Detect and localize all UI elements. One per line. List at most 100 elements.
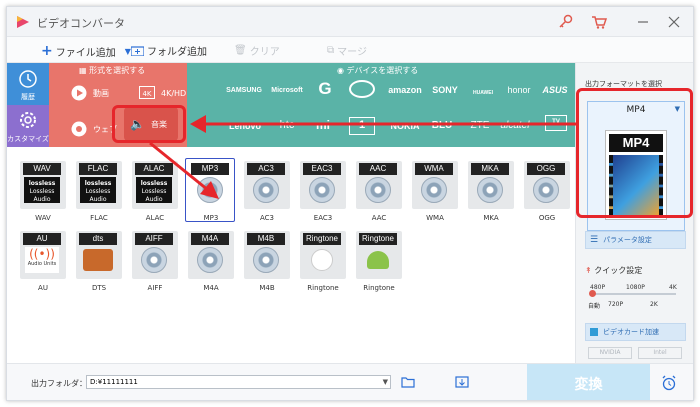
sliders-icon: ☰ bbox=[590, 235, 599, 245]
close-icon[interactable] bbox=[665, 13, 683, 31]
lossless-badge-text: lossless bbox=[84, 180, 112, 187]
format-label: EAC3 bbox=[313, 214, 333, 222]
quick-settings-label: クイック設定 bbox=[594, 266, 643, 275]
format-tile[interactable]: Ringtone Ringtone bbox=[299, 231, 347, 292]
audio-disc-icon bbox=[253, 177, 279, 203]
history-button[interactable]: 履歴 bbox=[7, 63, 49, 105]
format-tile[interactable]: WMA WMA bbox=[411, 161, 459, 222]
video-category-button[interactable]: 動画 bbox=[71, 77, 109, 109]
folder-icon[interactable] bbox=[401, 376, 415, 388]
zte-brand[interactable]: ZTE bbox=[465, 120, 495, 131]
lossless-badge-text: lossless bbox=[140, 180, 168, 187]
minimize-icon[interactable] bbox=[634, 13, 652, 31]
format-header-label: 形式を選択する bbox=[89, 66, 146, 75]
htc-brand[interactable]: htc bbox=[269, 119, 305, 131]
lossless-badge-sub: Lossless Audio bbox=[29, 188, 55, 203]
format-tag: Ringtone bbox=[303, 233, 341, 245]
gpu-acceleration-button[interactable]: ビデオカード加速 bbox=[585, 323, 686, 341]
trash-icon: 🗑 bbox=[234, 45, 247, 56]
format-tile[interactable]: WAV lossless Lossless Audio WAV bbox=[19, 161, 67, 222]
output-path-value: D:¥11111111 bbox=[90, 378, 138, 386]
audio-disc-icon bbox=[197, 177, 223, 203]
format-tile[interactable]: M4B M4B bbox=[243, 231, 291, 292]
hd-category-label: 4K/HD bbox=[161, 88, 187, 98]
convert-button[interactable]: 変換 bbox=[527, 364, 650, 400]
quality-slider[interactable] bbox=[592, 293, 676, 295]
add-folder-label: フォルダ追加 bbox=[147, 47, 207, 58]
gpu-acceleration-label: ビデオカード加速 bbox=[603, 328, 659, 336]
format-tile[interactable]: AU ((•)) Audio Units AU bbox=[19, 231, 67, 292]
slider-handle[interactable] bbox=[589, 290, 596, 297]
tick-auto: 自動 bbox=[588, 303, 601, 310]
device-header-label: デバイスを選択する bbox=[346, 66, 419, 75]
format-tag: WMA bbox=[415, 163, 453, 175]
format-tile[interactable]: AAC AAC bbox=[355, 161, 403, 222]
output-folder-field[interactable]: D:¥11111111 ▼ bbox=[86, 375, 391, 389]
format-label: ALAC bbox=[145, 214, 165, 222]
format-tile[interactable]: ALAC lossless Lossless Audio ALAC bbox=[131, 161, 179, 222]
format-tile[interactable]: AC3 AC3 bbox=[243, 161, 291, 222]
format-label: AAC bbox=[371, 214, 387, 222]
chrome-icon bbox=[71, 121, 87, 137]
dropdown-icon[interactable]: ▼ bbox=[125, 47, 131, 56]
title-bar: ビデオコンバータ bbox=[7, 7, 693, 37]
convert-label: 変換 bbox=[574, 376, 603, 393]
xiaomi-brand[interactable]: mi bbox=[311, 118, 335, 132]
format-tag: AAC bbox=[359, 163, 397, 175]
google-brand[interactable]: G bbox=[309, 79, 341, 99]
oneplus-brand[interactable]: 1 bbox=[349, 117, 375, 135]
format-tile[interactable]: OGG OGG bbox=[523, 161, 571, 222]
microsoft-brand[interactable]: Microsoft bbox=[265, 87, 309, 94]
samsung-brand[interactable]: SAMSUNG bbox=[221, 87, 267, 94]
audio-disc-icon bbox=[365, 177, 391, 203]
format-tile[interactable]: Ringtone Ringtone bbox=[355, 231, 403, 292]
format-tile[interactable]: MKA MKA bbox=[467, 161, 515, 222]
audio-disc-icon bbox=[533, 177, 559, 203]
sony-brand[interactable]: SONY bbox=[425, 85, 465, 95]
huawei-brand[interactable]: HUAWEI bbox=[465, 90, 501, 96]
alarm-clock-icon[interactable] bbox=[661, 375, 677, 391]
format-tile[interactable]: EAC3 EAC3 bbox=[299, 161, 347, 222]
add-file-button[interactable]: + ファイル追加 ▼ bbox=[41, 43, 131, 59]
tv-brand[interactable]: TV bbox=[545, 115, 567, 131]
format-tile[interactable]: AIFF AIFF bbox=[131, 231, 179, 292]
key-icon[interactable] bbox=[557, 13, 575, 31]
asus-brand[interactable]: ASUS bbox=[537, 85, 573, 95]
nokia-brand[interactable]: NOKIA bbox=[385, 121, 425, 131]
lenovo-brand[interactable]: Lenovo bbox=[225, 121, 265, 131]
blu-brand[interactable]: BLU bbox=[427, 120, 457, 131]
path-dropdown-icon[interactable]: ▼ bbox=[383, 376, 388, 388]
format-tile[interactable]: MP3 MP3 bbox=[185, 158, 235, 222]
clear-button[interactable]: 🗑 クリア bbox=[234, 43, 280, 58]
parameter-settings-button[interactable]: ☰ パラメータ設定 bbox=[585, 231, 686, 249]
merge-button[interactable]: ⧉ マージ bbox=[327, 43, 367, 58]
format-tile[interactable]: dts DTS bbox=[75, 231, 123, 292]
format-tag: EAC3 bbox=[303, 163, 341, 175]
format-label: DTS bbox=[91, 284, 107, 292]
lossless-badge-icon: lossless Lossless Audio bbox=[136, 177, 172, 203]
honor-brand[interactable]: honor bbox=[501, 85, 537, 95]
quick-settings: ↟ クイック設定 bbox=[585, 265, 642, 276]
format-tile[interactable]: FLAC lossless Lossless Audio FLAC bbox=[75, 161, 123, 222]
au-badge-sub: Audio Units bbox=[27, 261, 57, 267]
svg-text:4K: 4K bbox=[142, 90, 151, 98]
lossless-badge-icon: lossless Lossless Audio bbox=[24, 177, 60, 203]
lg-brand-icon[interactable] bbox=[349, 80, 375, 98]
format-tag: AU bbox=[23, 233, 61, 245]
window-title: ビデオコンバータ bbox=[37, 17, 125, 30]
cart-icon[interactable] bbox=[590, 13, 608, 31]
customize-button[interactable]: カスタマイズ bbox=[7, 105, 49, 147]
play-icon bbox=[71, 85, 87, 101]
plus-icon: + bbox=[41, 43, 53, 59]
web-category-button[interactable]: ウェブ bbox=[71, 113, 117, 145]
tick-1080p: 1080P bbox=[626, 284, 645, 291]
amazon-brand[interactable]: amazon bbox=[385, 85, 425, 95]
format-label: MKA bbox=[483, 214, 499, 222]
add-folder-button[interactable]: フォルダ追加 bbox=[131, 43, 207, 58]
bottom-bar: 出力フォルダ： D:¥11111111 ▼ 変換 bbox=[7, 363, 693, 400]
open-folder-icon[interactable] bbox=[455, 376, 469, 388]
alcatel-brand[interactable]: alcatel bbox=[493, 120, 537, 131]
main-area: 履歴 カスタマイズ ▦ 形式を選択する 動画 4K 4K/HD ウェブ 🔈 音楽… bbox=[7, 63, 575, 363]
audio-disc-icon bbox=[141, 247, 167, 273]
format-tile[interactable]: M4A M4A bbox=[187, 231, 235, 292]
